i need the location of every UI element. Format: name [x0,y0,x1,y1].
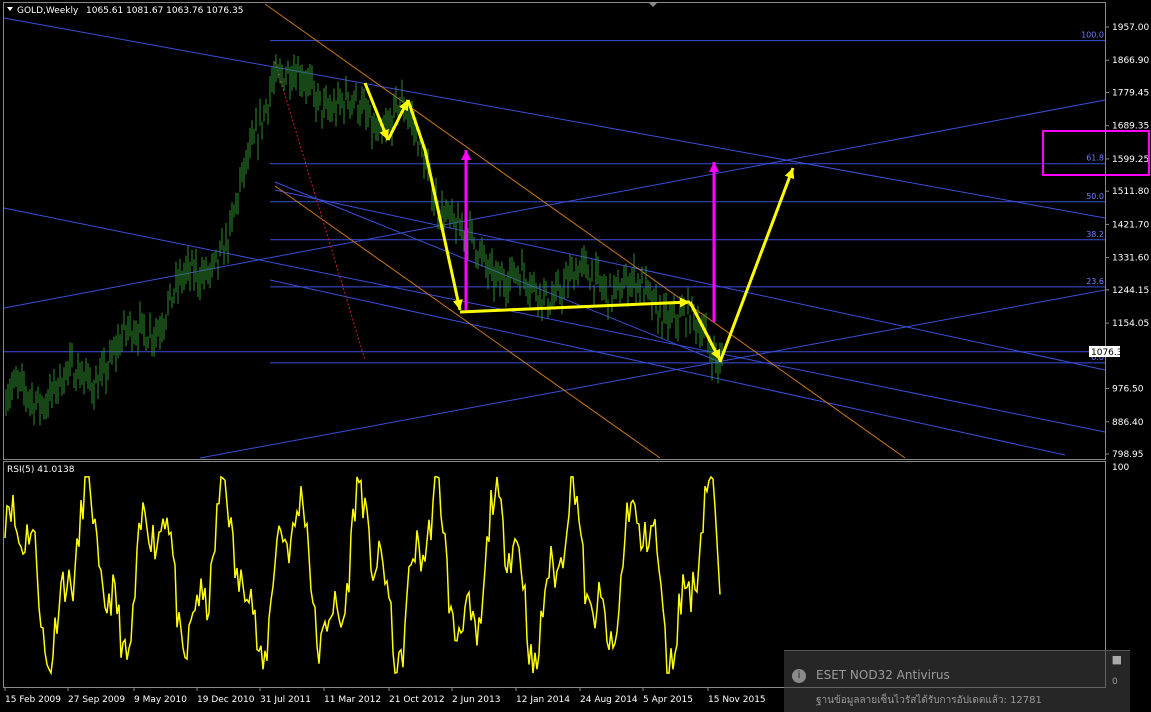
price-tick-label: 798.95 [1112,450,1144,460]
time-tick-label: 5 Apr 2015 [643,695,693,705]
time-tick-label: 2 Jun 2013 [452,695,500,705]
time-tick-label: 27 Sep 2009 [68,695,125,705]
price-tick-label: 1511.80 [1112,187,1149,197]
price-tick-label: 1244.15 [1112,286,1149,296]
time-tick-label: 15 Nov 2015 [708,695,766,705]
time-tick-label: 15 Feb 2009 [5,695,61,705]
price-tick-label: 976.50 [1112,385,1144,395]
price-tick-label: 1779.45 [1112,88,1149,98]
price-tick-label: 1957.00 [1112,23,1149,33]
chart-canvas[interactable]: GOLD,Weekly 1065.61 1081.67 1063.76 1076… [0,0,1151,711]
notification-title: ESET NOD32 Antivirus [816,668,950,682]
price-tick-label: 1421.70 [1112,220,1149,230]
close-icon[interactable]: ■ [1112,653,1122,666]
fib-level-label: 100.0 [1081,31,1104,40]
fib-level-label: 61.8 [1086,154,1104,163]
rsi-label: RSI(5) 41.0138 [7,465,75,475]
time-tick-label: 24 Aug 2014 [580,695,638,705]
fib-level-label: 50.0 [1086,192,1104,201]
time-tick-label: 12 Jan 2014 [516,695,570,705]
chart-background [0,0,1151,711]
time-tick-label: 11 Mar 2012 [324,695,381,705]
time-tick-label: 31 Jul 2011 [260,695,311,705]
symbol-label: GOLD,Weekly [17,6,79,16]
fib-level-label: 23.6 [1086,277,1104,286]
price-tick-label: 1331.60 [1112,254,1149,264]
current-price-text: 1076.35 [1091,348,1128,358]
time-tick-label: 9 May 2010 [134,695,187,705]
price-tick-label: 1866.90 [1112,56,1149,66]
rsi-axis-top: 100 [1112,463,1129,473]
notification-body: ฐานข้อมูลลายเซ็นไวรัสได้รับการอัปเดตแล้ว… [816,695,1042,706]
ohlc-values: 1065.61 1081.67 1063.76 1076.35 [86,6,243,16]
price-tick-label: 886.40 [1112,418,1144,428]
info-icon: i [792,669,806,683]
time-tick-label: 21 Oct 2012 [389,695,445,705]
fib-level-label: 38.2 [1086,230,1104,239]
price-tick-label: 1599.25 [1112,155,1149,165]
time-tick-label: 19 Dec 2010 [197,695,255,705]
antivirus-notification[interactable]: i ESET NOD32 Antivirus ฐานข้อมูลลายเซ็นไ… [784,650,1130,712]
price-tick-label: 1154.05 [1112,319,1149,329]
